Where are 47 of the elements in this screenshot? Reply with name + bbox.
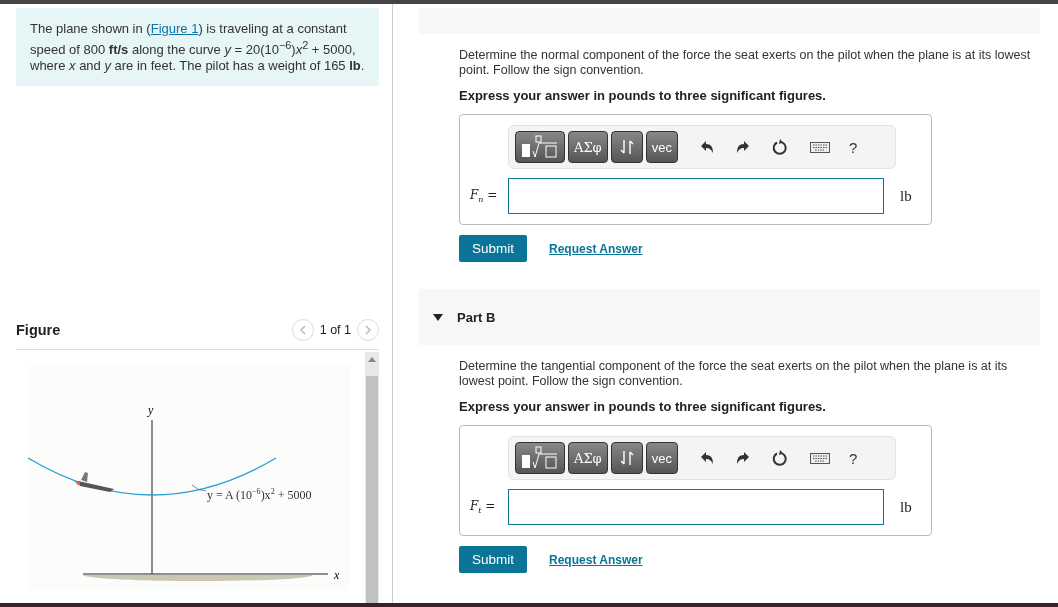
question-text: Determine the normal component of the force the seat exerts on the pilot when the plane is at its lowest point. Follow the sign convention. bbox=[459, 48, 1032, 78]
caret-icon[interactable] bbox=[433, 313, 443, 321]
request-answer-link[interactable]: Request Answer bbox=[549, 552, 643, 567]
keyboard-icon[interactable] bbox=[809, 141, 830, 153]
submit-button[interactable]: Submit bbox=[459, 546, 528, 573]
answer-field[interactable] bbox=[508, 489, 884, 525]
unit-label: lb bbox=[900, 498, 912, 516]
answer-field[interactable] bbox=[508, 178, 884, 214]
curve-equation: y = A (10$^{−6}$)x$^{2}$ + 5000 bbox=[207, 487, 312, 504]
figure-title: Figure bbox=[16, 322, 62, 339]
variable-label: F$_{t}$ = bbox=[470, 498, 497, 516]
unit-label: lb bbox=[900, 187, 912, 205]
problem-text: The plane shown in (Figure 1) is traveling at a constant speed of 800 ft/s along the curve y = 20(10$^{−6}$)x$^{2}$ + 5000, where x and y are in feet. The pilot has a weight of 165 lb. bbox=[16, 8, 379, 87]
instruction-text: Express your answer in pounds to three significant figures. bbox=[459, 399, 827, 414]
scroll-up-icon[interactable] bbox=[368, 356, 376, 363]
symbols-button[interactable]: ΑΣφ bbox=[568, 442, 608, 474]
chevron-right-icon bbox=[364, 325, 372, 336]
arrows-button[interactable] bbox=[610, 131, 643, 163]
submit-button[interactable]: Submit bbox=[459, 235, 528, 262]
redo-icon[interactable] bbox=[735, 451, 750, 465]
page-counter: 1 of 1 bbox=[319, 323, 351, 338]
template-button[interactable] bbox=[515, 442, 565, 474]
undo-icon[interactable] bbox=[699, 451, 714, 465]
figure-link[interactable]: Figure 1 bbox=[150, 21, 199, 36]
symbols-button[interactable]: ΑΣφ bbox=[568, 131, 608, 163]
axis-label: y bbox=[148, 403, 154, 418]
instruction-text: Express your answer in pounds to three significant figures. bbox=[459, 88, 827, 103]
airplane-drawing bbox=[74, 472, 114, 493]
help-button[interactable]: ? bbox=[848, 138, 858, 156]
keyboard-icon[interactable] bbox=[809, 452, 830, 464]
template-button[interactable] bbox=[515, 131, 565, 163]
chevron-left-icon bbox=[298, 325, 307, 336]
leader-line bbox=[191, 484, 207, 492]
reset-icon[interactable] bbox=[771, 450, 788, 466]
redo-icon[interactable] bbox=[735, 140, 750, 154]
arrows-button[interactable] bbox=[610, 442, 643, 474]
question-text: Determine the tangential component of the force the seat exerts on the pilot when the plane is at its lowest point. Follow the sign convention. bbox=[459, 359, 1009, 389]
undo-icon[interactable] bbox=[699, 140, 714, 154]
axis-label: x bbox=[334, 568, 340, 583]
variable-label: F$_{n}$ = bbox=[470, 187, 499, 205]
vector-button[interactable]: vec bbox=[645, 442, 678, 474]
part-title[interactable]: Part B bbox=[457, 309, 496, 325]
help-button[interactable]: ? bbox=[848, 449, 858, 467]
vector-button[interactable]: vec bbox=[645, 131, 678, 163]
request-answer-link[interactable]: Request Answer bbox=[549, 241, 643, 256]
reset-icon[interactable] bbox=[771, 139, 788, 155]
scrollbar[interactable] bbox=[365, 352, 379, 603]
